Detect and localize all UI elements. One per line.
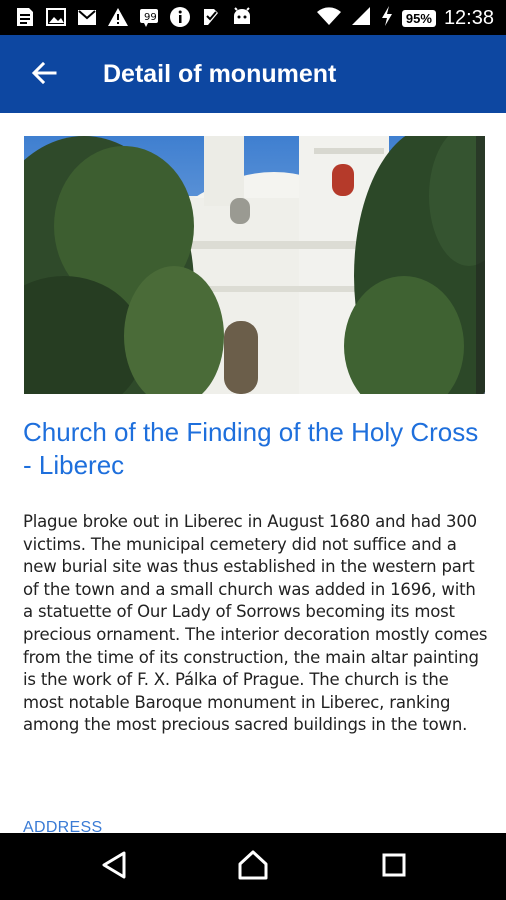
monument-detail[interactable]: Church of the Finding of the Holy Cross … <box>0 113 506 833</box>
app-bar: Detail of monument <box>0 35 506 113</box>
charging-icon <box>380 5 394 31</box>
page-title: Detail of monument <box>103 60 337 88</box>
nav-home-button[interactable] <box>233 849 273 885</box>
notification-icons: 99 <box>14 6 253 28</box>
battery-level: 95% <box>401 9 436 27</box>
nav-back-button[interactable] <box>94 849 134 885</box>
android-icon <box>231 6 253 28</box>
quote-icon: 99 <box>138 6 160 28</box>
monument-title: Church of the Finding of the Holy Cross … <box>23 417 479 480</box>
notes-icon <box>14 6 36 28</box>
monument-photo <box>24 136 485 394</box>
image-icon <box>45 6 67 28</box>
address-heading: ADDRESS <box>23 819 103 833</box>
status-bar: 99 95% 12:38 <box>0 0 506 35</box>
nav-recents-button[interactable] <box>374 849 414 885</box>
task-icon <box>200 6 222 28</box>
wifi-icon <box>316 5 342 31</box>
signal-icon <box>350 5 372 31</box>
arrow-back-icon <box>31 60 57 90</box>
navigation-bar <box>0 833 506 900</box>
back-button[interactable] <box>26 57 62 93</box>
gmail-icon <box>76 6 98 28</box>
info-icon <box>169 6 191 28</box>
back-triangle-icon <box>100 850 128 884</box>
monument-description: Plague broke out in Liberec in August 16… <box>23 512 488 735</box>
home-icon <box>236 849 270 885</box>
system-status: 95% 12:38 <box>316 5 494 31</box>
warning-icon <box>107 6 129 28</box>
recents-icon <box>380 851 408 883</box>
svg-text:99: 99 <box>144 12 157 23</box>
clock: 12:38 <box>443 6 494 29</box>
